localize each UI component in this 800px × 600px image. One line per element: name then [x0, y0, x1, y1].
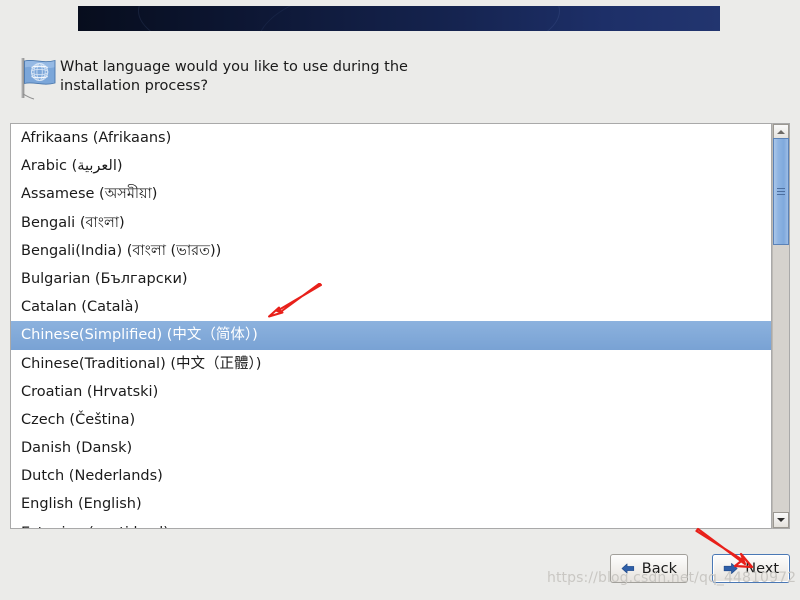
scrollbar-grip-icon [777, 188, 785, 195]
prompt-text: What language would you like to use duri… [60, 59, 408, 94]
language-list-item[interactable]: Bengali (বাংলা) [11, 209, 771, 237]
language-list-item[interactable]: Danish (Dansk) [11, 434, 771, 462]
banner-swoosh-decoration-secondary [258, 6, 720, 31]
language-list-item[interactable]: Arabic (العربية) [11, 152, 771, 180]
language-list-item[interactable]: Bulgarian (Български) [11, 265, 771, 293]
language-list-item[interactable]: Chinese(Simplified) (中文（简体）) [11, 321, 771, 350]
scrollbar-thumb[interactable] [773, 138, 789, 245]
language-list-item[interactable]: Estonian (eesti keel) [11, 519, 771, 528]
language-list-item[interactable]: Dutch (Nederlands) [11, 462, 771, 490]
language-list-item[interactable]: Afrikaans (Afrikaans) [11, 124, 771, 152]
language-list-scrollbar[interactable] [772, 123, 790, 529]
language-flag-icon [15, 54, 63, 102]
language-list[interactable]: Afrikaans (Afrikaans) Arabic (العربية) Ass… [11, 124, 771, 528]
language-list-item[interactable]: Bengali(India) (বাংলা (ভারত)) [11, 237, 771, 265]
language-list-item[interactable]: Croatian (Hrvatski) [11, 378, 771, 406]
language-list-item[interactable]: English (English) [11, 490, 771, 518]
scrollbar-down-button[interactable] [773, 512, 789, 528]
prompt-row: What language would you like to use duri… [10, 52, 780, 108]
language-list-item[interactable]: Catalan (Català) [11, 293, 771, 321]
installer-banner [78, 6, 720, 31]
language-list-item[interactable]: Czech (Čeština) [11, 406, 771, 434]
chevron-down-icon [777, 518, 785, 522]
watermark-text: https://blog.csdn.net/qq_44810972 [547, 570, 797, 586]
chevron-up-icon [777, 130, 785, 134]
language-list-item[interactable]: Assamese (অসমীয়া) [11, 180, 771, 208]
language-list-item[interactable]: Chinese(Traditional) (中文（正體）) [11, 350, 771, 378]
language-listbox[interactable]: Afrikaans (Afrikaans) Arabic (العربية) Ass… [10, 123, 772, 529]
